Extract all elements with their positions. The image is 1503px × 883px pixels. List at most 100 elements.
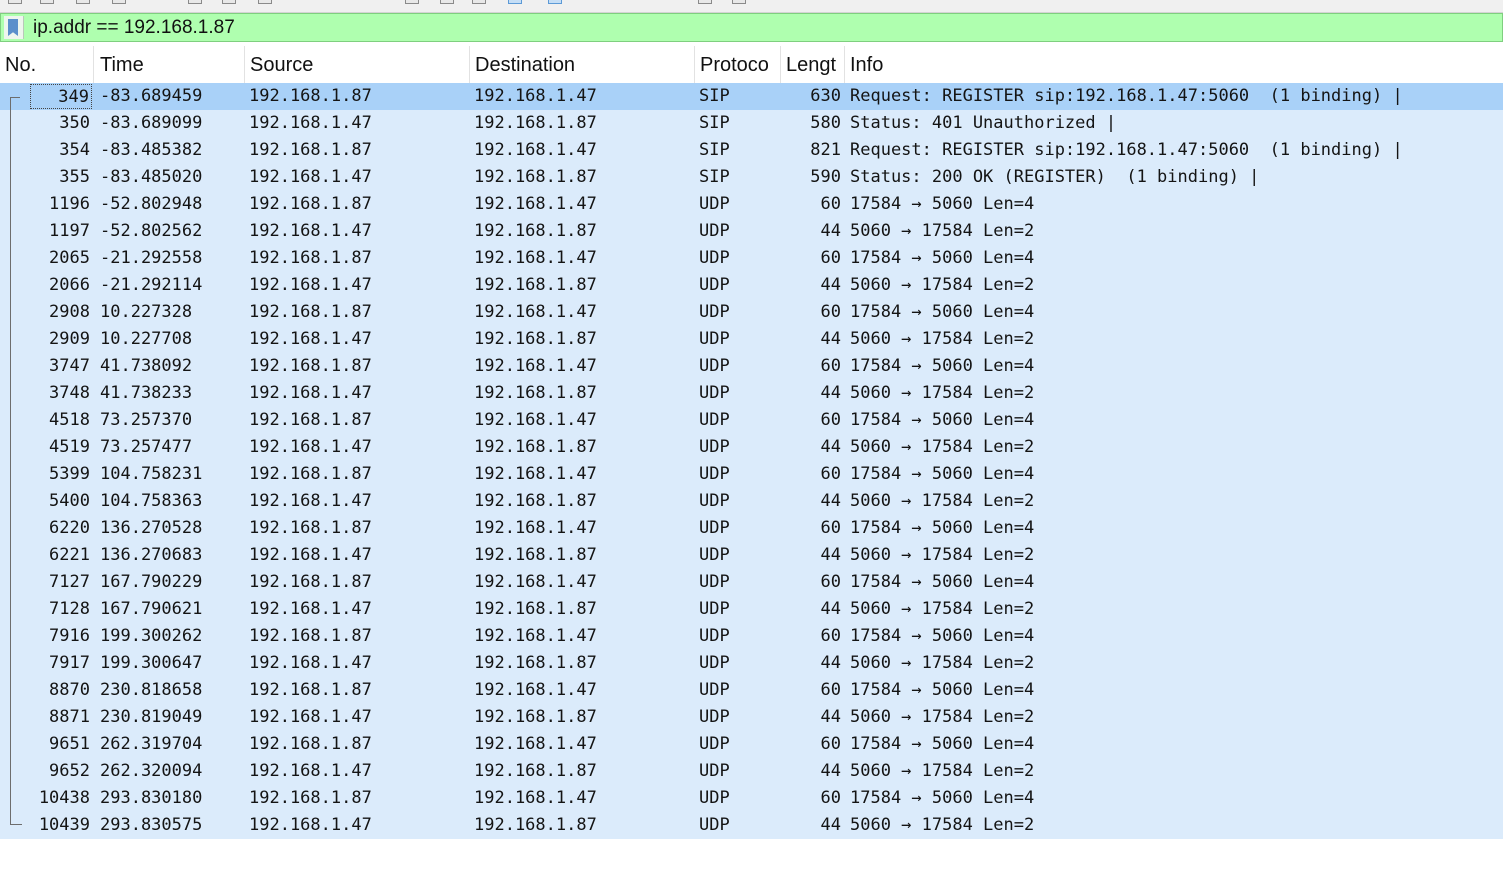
packet-time: 73.257370 [100,410,193,430]
packet-no: 3747 [49,356,90,376]
toolbar-icon[interactable] [472,0,486,4]
packet-protocol: UDP [699,437,730,457]
toolbar-icon[interactable] [188,0,202,4]
packet-row[interactable]: 2065 -21.292558 192.168.1.87 192.168.1.47 UD… [0,245,1503,272]
column-header-no[interactable]: No. [0,46,94,83]
packet-time: 293.830180 [100,788,203,808]
packet-info: 17584 → 5060 Len=4 [850,518,1035,538]
toolbar-icon[interactable] [440,0,454,4]
toolbar-icon[interactable] [40,0,54,4]
packet-length: 60 [820,248,841,268]
packet-source: 192.168.1.87 [249,86,372,106]
packet-row[interactable]: 9652 262.320094 192.168.1.47 192.168.1.87 UD… [0,758,1503,785]
packet-source: 192.168.1.47 [249,383,372,403]
display-filter-bar[interactable]: ip.addr == 192.168.1.87 [0,13,1503,42]
packet-row[interactable]: 1197 -52.802562 192.168.1.47 192.168.1.87 UD… [0,218,1503,245]
packet-row[interactable]: 6220 136.270528 192.168.1.87 192.168.1.47 UD… [0,515,1503,542]
packet-length: 60 [820,788,841,808]
autoscroll-toggle-icon[interactable] [548,0,562,4]
packet-row[interactable]: 6221 136.270683 192.168.1.47 192.168.1.87 UD… [0,542,1503,569]
packet-info: 5060 → 17584 Len=2 [850,761,1035,781]
packet-protocol: UDP [699,680,730,700]
display-filter-input[interactable]: ip.addr == 192.168.1.87 [33,17,235,39]
toolbar-icon[interactable] [76,0,90,4]
packet-info: 17584 → 5060 Len=4 [850,734,1035,754]
packet-info: Request: REGISTER sip:192.168.1.47:5060 … [850,140,1403,160]
packet-protocol: UDP [699,275,730,295]
toolbar-icon[interactable] [405,0,419,4]
packet-protocol: UDP [699,572,730,592]
toolbar-icon[interactable] [112,0,126,4]
packet-row[interactable]: 5399 104.758231 192.168.1.87 192.168.1.47 UD… [0,461,1503,488]
packet-row[interactable]: 10438 293.830180 192.168.1.87 192.168.1.47 U… [0,785,1503,812]
packet-destination: 192.168.1.47 [474,680,597,700]
column-header-length[interactable]: Lengt [781,46,845,83]
packet-protocol: SIP [699,113,730,133]
packet-row[interactable]: 7917 199.300647 192.168.1.47 192.168.1.87 UD… [0,650,1503,677]
column-header-time[interactable]: Time [95,46,245,83]
packet-row[interactable]: 8870 230.818658 192.168.1.87 192.168.1.47 UD… [0,677,1503,704]
packet-source: 192.168.1.47 [249,167,372,187]
packet-row[interactable]: 9651 262.319704 192.168.1.87 192.168.1.47 UD… [0,731,1503,758]
packet-info: 5060 → 17584 Len=2 [850,437,1035,457]
packet-row[interactable]: 7127 167.790229 192.168.1.87 192.168.1.47 UD… [0,569,1503,596]
filter-bookmark-button[interactable] [4,16,24,39]
main-toolbar [0,0,1503,13]
column-header-source[interactable]: Source [245,46,470,83]
packet-row[interactable]: 350 -83.689099 192.168.1.47 192.168.1.87 SIP… [0,110,1503,137]
packet-row[interactable]: 355 -83.485020 192.168.1.47 192.168.1.87 SIP… [0,164,1503,191]
packet-row[interactable]: 7128 167.790621 192.168.1.47 192.168.1.87 UD… [0,596,1503,623]
packet-row[interactable]: 10439 293.830575 192.168.1.47 192.168.1.87 U… [0,812,1503,839]
toolbar-icon[interactable] [8,0,22,4]
column-header-info[interactable]: Info [845,46,1503,83]
packet-no: 8871 [49,707,90,727]
packet-source: 192.168.1.47 [249,113,372,133]
packet-length: 44 [820,545,841,565]
packet-length: 60 [820,464,841,484]
packet-row[interactable]: 2909 10.227708 192.168.1.47 192.168.1.87 UDP… [0,326,1503,353]
column-header-destination[interactable]: Destination [470,46,695,83]
packet-no: 5399 [49,464,90,484]
toolbar-icon[interactable] [698,0,712,4]
packet-destination: 192.168.1.47 [474,626,597,646]
packet-time: 41.738233 [100,383,193,403]
packet-no: 4519 [49,437,90,457]
packet-row[interactable]: 4519 73.257477 192.168.1.47 192.168.1.87 UDP… [0,434,1503,461]
packet-row[interactable]: 2066 -21.292114 192.168.1.47 192.168.1.87 UD… [0,272,1503,299]
packet-protocol: UDP [699,815,730,835]
packet-time: 10.227328 [100,302,193,322]
packet-row-selected[interactable]: 349 -83.689459 192.168.1.87 192.168.1.47 SIP… [0,83,1503,110]
packet-source: 192.168.1.47 [249,815,372,835]
packet-time: 262.319704 [100,734,203,754]
packet-protocol: UDP [699,410,730,430]
packet-row[interactable]: 7916 199.300262 192.168.1.87 192.168.1.47 UD… [0,623,1503,650]
packet-source: 192.168.1.47 [249,221,372,241]
packet-destination: 192.168.1.87 [474,329,597,349]
packet-list[interactable]: 10439 293.830575 192.168.1.47 192.168.1.87 U… [0,83,1503,840]
packet-row[interactable]: 2908 10.227328 192.168.1.87 192.168.1.47 UDP… [0,299,1503,326]
packet-destination: 192.168.1.87 [474,707,597,727]
packet-info: 5060 → 17584 Len=2 [850,545,1035,565]
packet-no: 9652 [49,761,90,781]
packet-no: 3748 [49,383,90,403]
packet-row[interactable]: 8871 230.819049 192.168.1.47 192.168.1.87 UD… [0,704,1503,731]
packet-time: -83.689099 [100,113,203,133]
packet-info: 5060 → 17584 Len=2 [850,275,1035,295]
packet-protocol: UDP [699,518,730,538]
toolbar-icon[interactable] [258,0,272,4]
packet-row[interactable]: 3748 41.738233 192.168.1.47 192.168.1.87 UDP… [0,380,1503,407]
packet-no: 355 [59,167,90,187]
toolbar-icon[interactable] [222,0,236,4]
packet-info: 5060 → 17584 Len=2 [850,491,1035,511]
packet-protocol: UDP [699,707,730,727]
packet-row[interactable]: 354 -83.485382 192.168.1.87 192.168.1.47 SIP… [0,137,1503,164]
packet-row[interactable]: 4518 73.257370 192.168.1.87 192.168.1.47 UDP… [0,407,1503,434]
packet-length: 44 [820,761,841,781]
packet-protocol: UDP [699,302,730,322]
column-header-protocol[interactable]: Protoco [695,46,781,83]
packet-row[interactable]: 1196 -52.802948 192.168.1.87 192.168.1.47 UD… [0,191,1503,218]
colorize-toggle-icon[interactable] [508,0,522,4]
packet-row[interactable]: 3747 41.738092 192.168.1.87 192.168.1.47 UDP… [0,353,1503,380]
packet-row[interactable]: 5400 104.758363 192.168.1.47 192.168.1.87 UD… [0,488,1503,515]
toolbar-icon[interactable] [732,0,746,4]
